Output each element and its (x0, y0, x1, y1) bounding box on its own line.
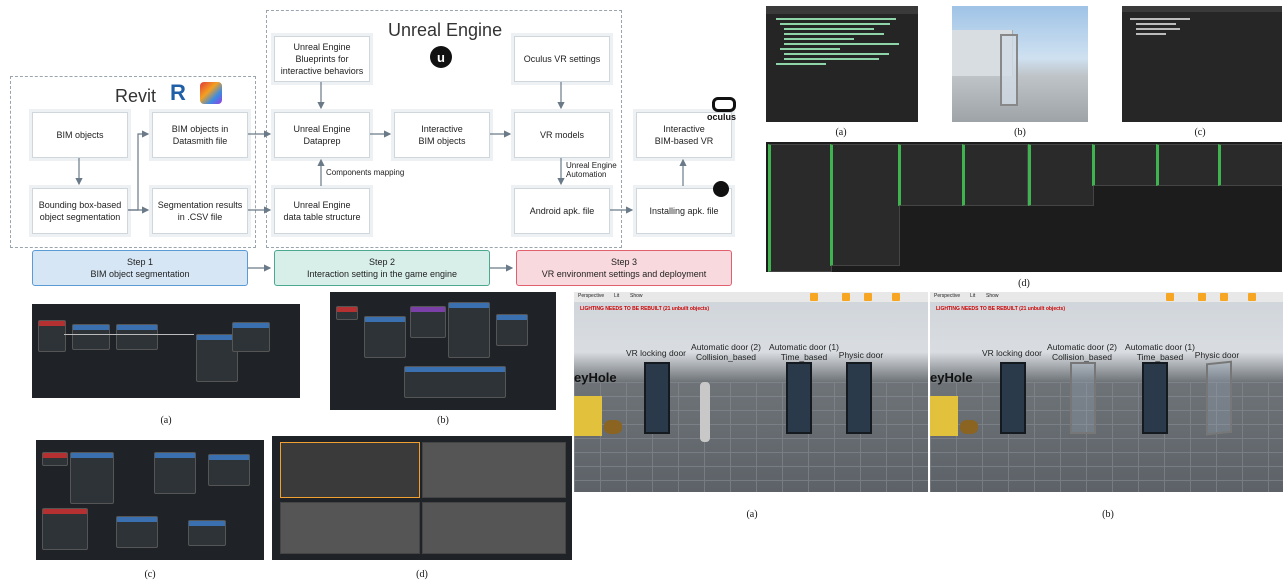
blueprint-d (272, 436, 572, 560)
blueprint-c (36, 440, 264, 560)
lighting-warning: LIGHTING NEEDS TO BE REBUILT (21 unbuilt… (580, 306, 709, 312)
caption-bp-d: (d) (416, 569, 428, 580)
caption-top-right-c: (c) (1194, 127, 1206, 138)
avatar-figure (700, 382, 710, 442)
components-panel-screenshot (1122, 6, 1282, 122)
vr-locking-door-b[interactable] (1000, 362, 1026, 434)
auto-door-1[interactable] (786, 362, 812, 434)
label-auto2-b: Automatic door (2) Collision_based (1047, 342, 1117, 362)
door-viewport-screenshot (952, 6, 1088, 122)
vr-scene-a: Perspective Lit Show LIGHTING NEEDS TO B… (574, 292, 928, 492)
keyhole-label-b: eyHole (930, 370, 973, 385)
caption-bp-b: (b) (437, 415, 449, 426)
auto-door-1-b[interactable] (1142, 362, 1168, 434)
show-button-b[interactable]: Show (986, 293, 999, 299)
caption-top-right-a: (a) (835, 127, 847, 138)
blueprint-b (330, 292, 556, 410)
label-physic: Physic door (838, 350, 884, 360)
physic-door[interactable] (846, 362, 872, 434)
perspective-button-b[interactable]: Perspective (934, 293, 960, 299)
perspective-button[interactable]: Perspective (578, 293, 604, 299)
lit-button-b[interactable]: Lit (970, 293, 975, 299)
caption-vr-b: (b) (1102, 509, 1114, 520)
caption-vr-a: (a) (746, 509, 758, 520)
vr-locking-door[interactable] (644, 362, 670, 434)
step-1-desc: BIM object segmentation (90, 269, 190, 279)
label-auto2: Automatic door (2) Collision_based (691, 342, 761, 362)
step-2-title: Step 2 (368, 257, 396, 267)
step-1-box: Step 1 BIM object segmentation (32, 250, 248, 286)
vr-scene-b: Perspective Lit Show LIGHTING NEEDS TO B… (930, 292, 1283, 492)
caption-bp-c: (c) (144, 569, 156, 580)
label-physic-b: Physic door (1194, 350, 1240, 360)
show-button[interactable]: Show (630, 293, 643, 299)
physic-door-open[interactable] (1206, 360, 1232, 436)
arrow-bbox-to-datasmith (128, 130, 150, 211)
lit-button[interactable]: Lit (614, 293, 619, 299)
step-3-box: Step 3 VR environment settings and deplo… (516, 250, 732, 286)
label-vr-locking-b: VR locking door (982, 348, 1043, 358)
lighting-warning-b: LIGHTING NEEDS TO BE REBUILT (21 unbuilt… (936, 306, 1065, 312)
dataprep-graph-screenshot (766, 142, 1282, 272)
outliner-screenshot (766, 6, 918, 122)
step-3-title: Step 3 (610, 257, 638, 267)
flow-arrows (75, 82, 687, 272)
keyhole-label: eyHole (574, 370, 617, 385)
label-auto1-b: Automatic door (1) Time_based (1125, 342, 1195, 362)
step-3-desc: VR environment settings and deployment (541, 269, 707, 279)
label-auto1: Automatic door (1) Time_based (769, 342, 839, 362)
step-2-desc: Interaction setting in the game engine (306, 269, 458, 279)
caption-bp-a: (a) (160, 415, 172, 426)
blueprint-a (32, 304, 300, 398)
auto-door-2-open[interactable] (1070, 362, 1096, 434)
step-1-title: Step 1 (126, 257, 154, 267)
step-2-box: Step 2 Interaction setting in the game e… (274, 250, 490, 286)
caption-top-right-d: (d) (1018, 278, 1030, 289)
label-vr-locking: VR locking door (626, 348, 687, 358)
caption-top-right-b: (b) (1014, 127, 1026, 138)
